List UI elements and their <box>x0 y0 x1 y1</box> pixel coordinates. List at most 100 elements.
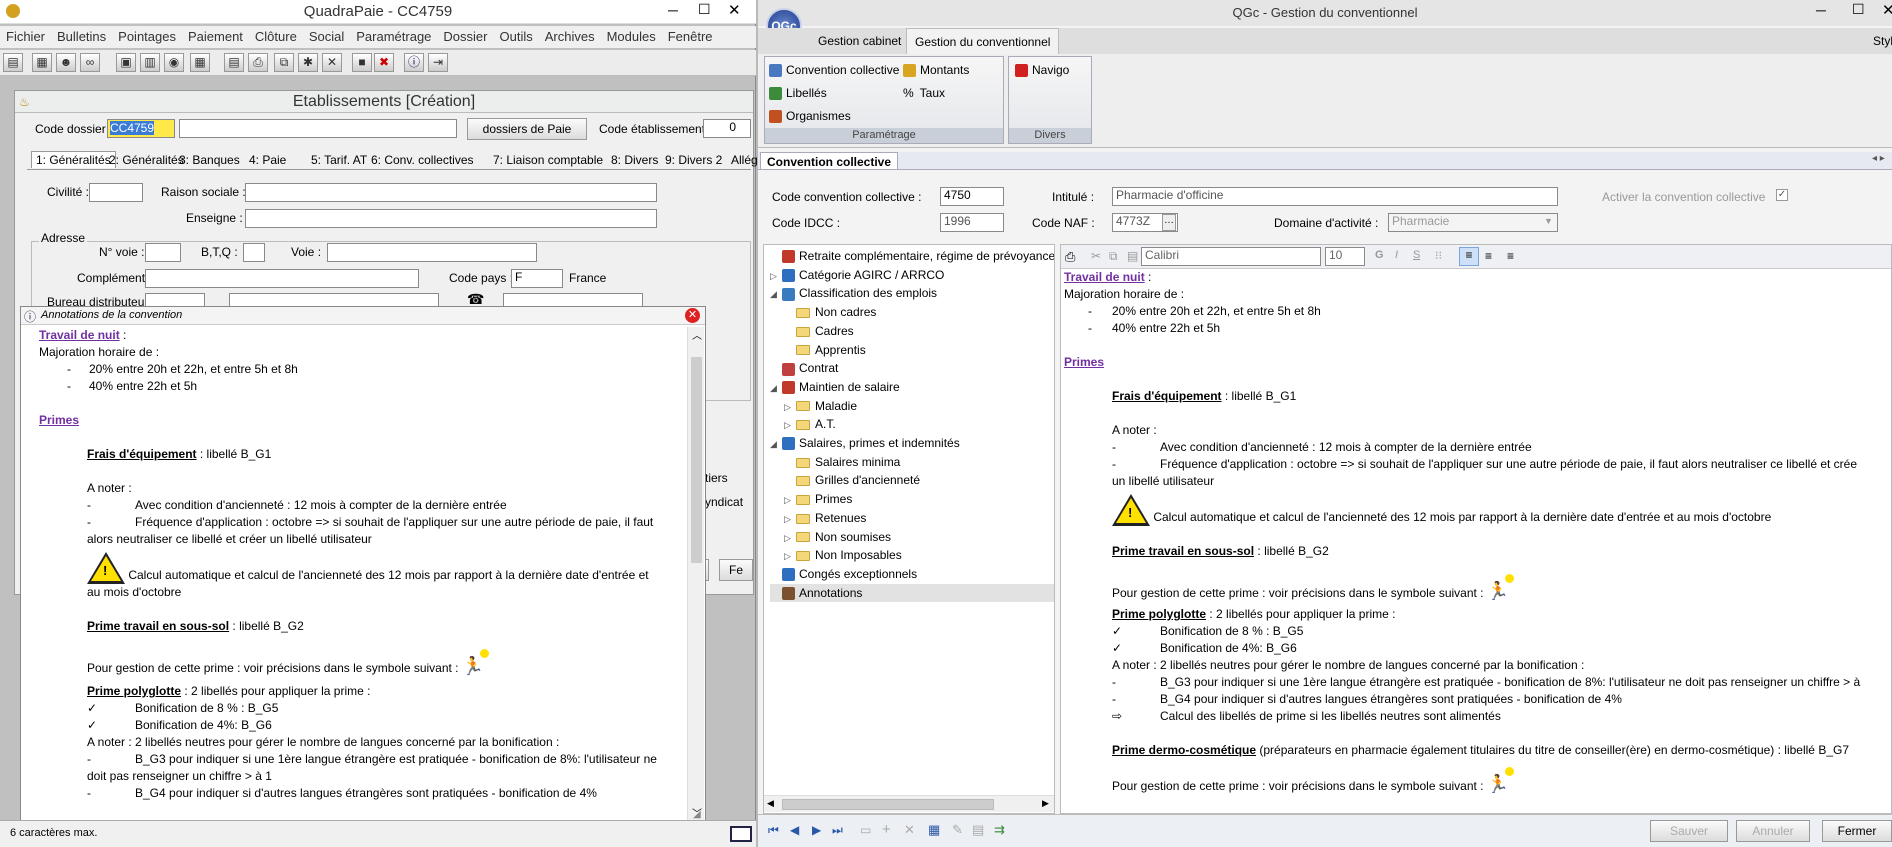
organismes-button[interactable]: Organismes <box>769 109 851 124</box>
tree-item[interactable]: ▷ Catégorie AGIRC / ARRCO <box>770 266 1054 284</box>
tab-gestion-conventionnel[interactable]: Gestion du conventionnel <box>906 28 1060 54</box>
tab-9[interactable]: 9: Divers 2 <box>665 153 722 167</box>
tab-4[interactable]: 4: Paie <box>249 153 286 167</box>
tab-6[interactable]: 6: Conv. collectives <box>371 153 474 167</box>
chevron-down-icon[interactable]: ▼ <box>1544 216 1553 226</box>
bold-icon[interactable]: G <box>1375 249 1384 261</box>
menu-item[interactable]: Clôture <box>249 26 303 47</box>
tree-item[interactable]: Grilles d'ancienneté <box>784 471 1054 489</box>
close-icon[interactable]: ✕ <box>1882 1 1892 19</box>
bullets-icon[interactable]: ⁝⁝ <box>1435 249 1442 262</box>
calc-icon[interactable]: ▤ <box>224 53 244 72</box>
tree-item[interactable]: Retraite complémentaire, régime de prévo… <box>770 247 1054 265</box>
menu-item[interactable]: Paiement <box>182 26 249 47</box>
expand-arrow-icon[interactable]: ▷ <box>784 547 796 565</box>
expand-arrow-icon[interactable]: ▷ <box>784 491 796 509</box>
annuler-button[interactable]: Annuler <box>1736 820 1810 842</box>
menu-item[interactable]: Fenêtre <box>662 26 719 47</box>
tab-5[interactable]: 5: Tarif. AT <box>311 153 367 167</box>
fermer-button[interactable]: Fermer <box>1822 820 1892 842</box>
x-tool-icon[interactable]: ✕ <box>322 53 342 72</box>
montants-button[interactable]: Montants <box>903 63 969 78</box>
scroll-up-icon[interactable]: ︿ <box>692 327 702 342</box>
activer-checkbox[interactable]: ✓ <box>1776 189 1788 201</box>
expand-arrow-icon[interactable]: ▷ <box>784 416 796 434</box>
tree-hscroll[interactable]: ◀ ▶ <box>764 795 1054 812</box>
raison-sociale-field[interactable] <box>245 183 657 202</box>
tree-item[interactable]: ◢ Maintien de salaire <box>770 378 1054 396</box>
align-right-icon[interactable]: ≡ <box>1507 249 1514 263</box>
calendar-icon[interactable]: ▦ <box>190 53 210 72</box>
menu-item[interactable]: Pointages <box>112 26 182 47</box>
scroll-left-icon[interactable]: ◀ <box>767 798 774 809</box>
libelles-button[interactable]: Libellés <box>769 86 827 101</box>
menu-item[interactable]: Social <box>303 26 350 47</box>
copy-icon[interactable]: ⧉ <box>274 53 294 72</box>
taux-button[interactable]: % Taux <box>903 86 945 100</box>
comment-icon[interactable]: ▭ <box>860 823 871 837</box>
intitule-field[interactable]: Pharmacie d'officine <box>1112 187 1558 206</box>
domaine-select[interactable]: Pharmacie <box>1388 213 1558 232</box>
maximize-icon[interactable]: ☐ <box>1852 1 1865 18</box>
binoculars-icon[interactable]: ∞ <box>80 53 100 72</box>
menu-item[interactable]: Outils <box>493 26 538 47</box>
menu-item[interactable]: Dossier <box>437 26 493 47</box>
info-icon[interactable]: ⓘ <box>404 53 424 72</box>
complement-field[interactable] <box>145 269 419 288</box>
convention-collective-button[interactable]: Convention collective <box>769 63 899 78</box>
tab-gestion-cabinet[interactable]: Gestion cabinet <box>818 34 901 48</box>
tree-item[interactable]: ▷ Maladie <box>784 397 1054 415</box>
stamp-icon[interactable]: ◉ <box>164 53 184 72</box>
scroll-thumb[interactable] <box>691 357 702 563</box>
tree-item[interactable]: Annotations <box>770 583 1054 602</box>
delete-icon[interactable]: ✕ <box>904 822 915 838</box>
expand-arrow-icon[interactable]: ▷ <box>784 529 796 547</box>
voie-field[interactable] <box>327 243 537 262</box>
tree-item[interactable]: ▷ Non soumises <box>784 528 1054 546</box>
tab-3[interactable]: 3: Banques <box>179 153 240 167</box>
style-fragment[interactable]: Styl <box>1873 34 1892 48</box>
expand-arrow-icon[interactable]: ▷ <box>784 398 796 416</box>
menu-item[interactable]: Archives <box>539 26 601 47</box>
document-icon[interactable]: ▦ <box>32 53 52 72</box>
menu-item[interactable]: Bulletins <box>51 26 112 47</box>
grid-icon[interactable]: ▦ <box>928 822 940 838</box>
tree-item[interactable]: ◢ Salaires, primes et indemnités <box>770 434 1054 452</box>
prev-record-icon[interactable]: ◀ <box>790 823 799 837</box>
add-icon[interactable]: + <box>882 821 891 838</box>
navigo-button[interactable]: Navigo <box>1015 63 1069 78</box>
collapse-arrow-icon[interactable]: ◢ <box>770 379 782 397</box>
expand-arrow-icon[interactable]: ▷ <box>770 267 782 285</box>
popup-scrollbar[interactable]: ︿ ﹀ <box>687 327 704 821</box>
sauver-button[interactable]: Sauver <box>1650 820 1728 842</box>
tree-item[interactable]: Congés exceptionnels <box>770 565 1054 583</box>
copy-icon[interactable]: ⧉ <box>1109 249 1118 264</box>
code-dossier-field[interactable]: CC4759 <box>107 119 175 138</box>
align-center-icon[interactable]: ≡ <box>1485 249 1492 263</box>
menu-item[interactable]: Paramétrage <box>350 26 437 47</box>
tree-item[interactable]: Salaires minima <box>784 453 1054 471</box>
menu-item[interactable]: Fichier <box>0 26 51 47</box>
last-record-icon[interactable]: ⏭ <box>832 823 843 838</box>
code-cc-field[interactable]: 4750 <box>940 187 1004 206</box>
users-icon[interactable]: ☻ <box>56 53 76 72</box>
export-icon[interactable]: ▤ <box>972 822 984 838</box>
collapse-arrow-icon[interactable]: ◢ <box>770 285 782 303</box>
tree-item[interactable]: Apprentis <box>784 341 1054 359</box>
paste-icon[interactable]: ▤ <box>1127 249 1138 263</box>
tree-item[interactable]: Contrat <box>770 359 1054 377</box>
menu-item[interactable]: Modules <box>601 26 662 47</box>
tree-item[interactable]: ◢ Classification des emplois <box>770 284 1054 302</box>
excel-icon[interactable]: ⇉ <box>994 822 1005 838</box>
font-name-select[interactable]: Calibri <box>1141 247 1321 266</box>
code-idcc-field[interactable]: 1996 <box>940 213 1004 232</box>
tree-item[interactable]: ▷ Retenues <box>784 509 1054 527</box>
tab-8[interactable]: 8: Divers <box>611 153 658 167</box>
next-record-icon[interactable]: ▶ <box>812 823 821 837</box>
print-icon[interactable]: ⎙ <box>1065 249 1075 265</box>
tab-7[interactable]: 7: Liaison comptable <box>493 153 603 167</box>
code-pays-field[interactable]: F <box>511 269 563 288</box>
btq-field[interactable] <box>243 243 265 262</box>
edit-icon[interactable]: ✎ <box>952 822 963 838</box>
dossier-name-field[interactable] <box>179 119 457 138</box>
